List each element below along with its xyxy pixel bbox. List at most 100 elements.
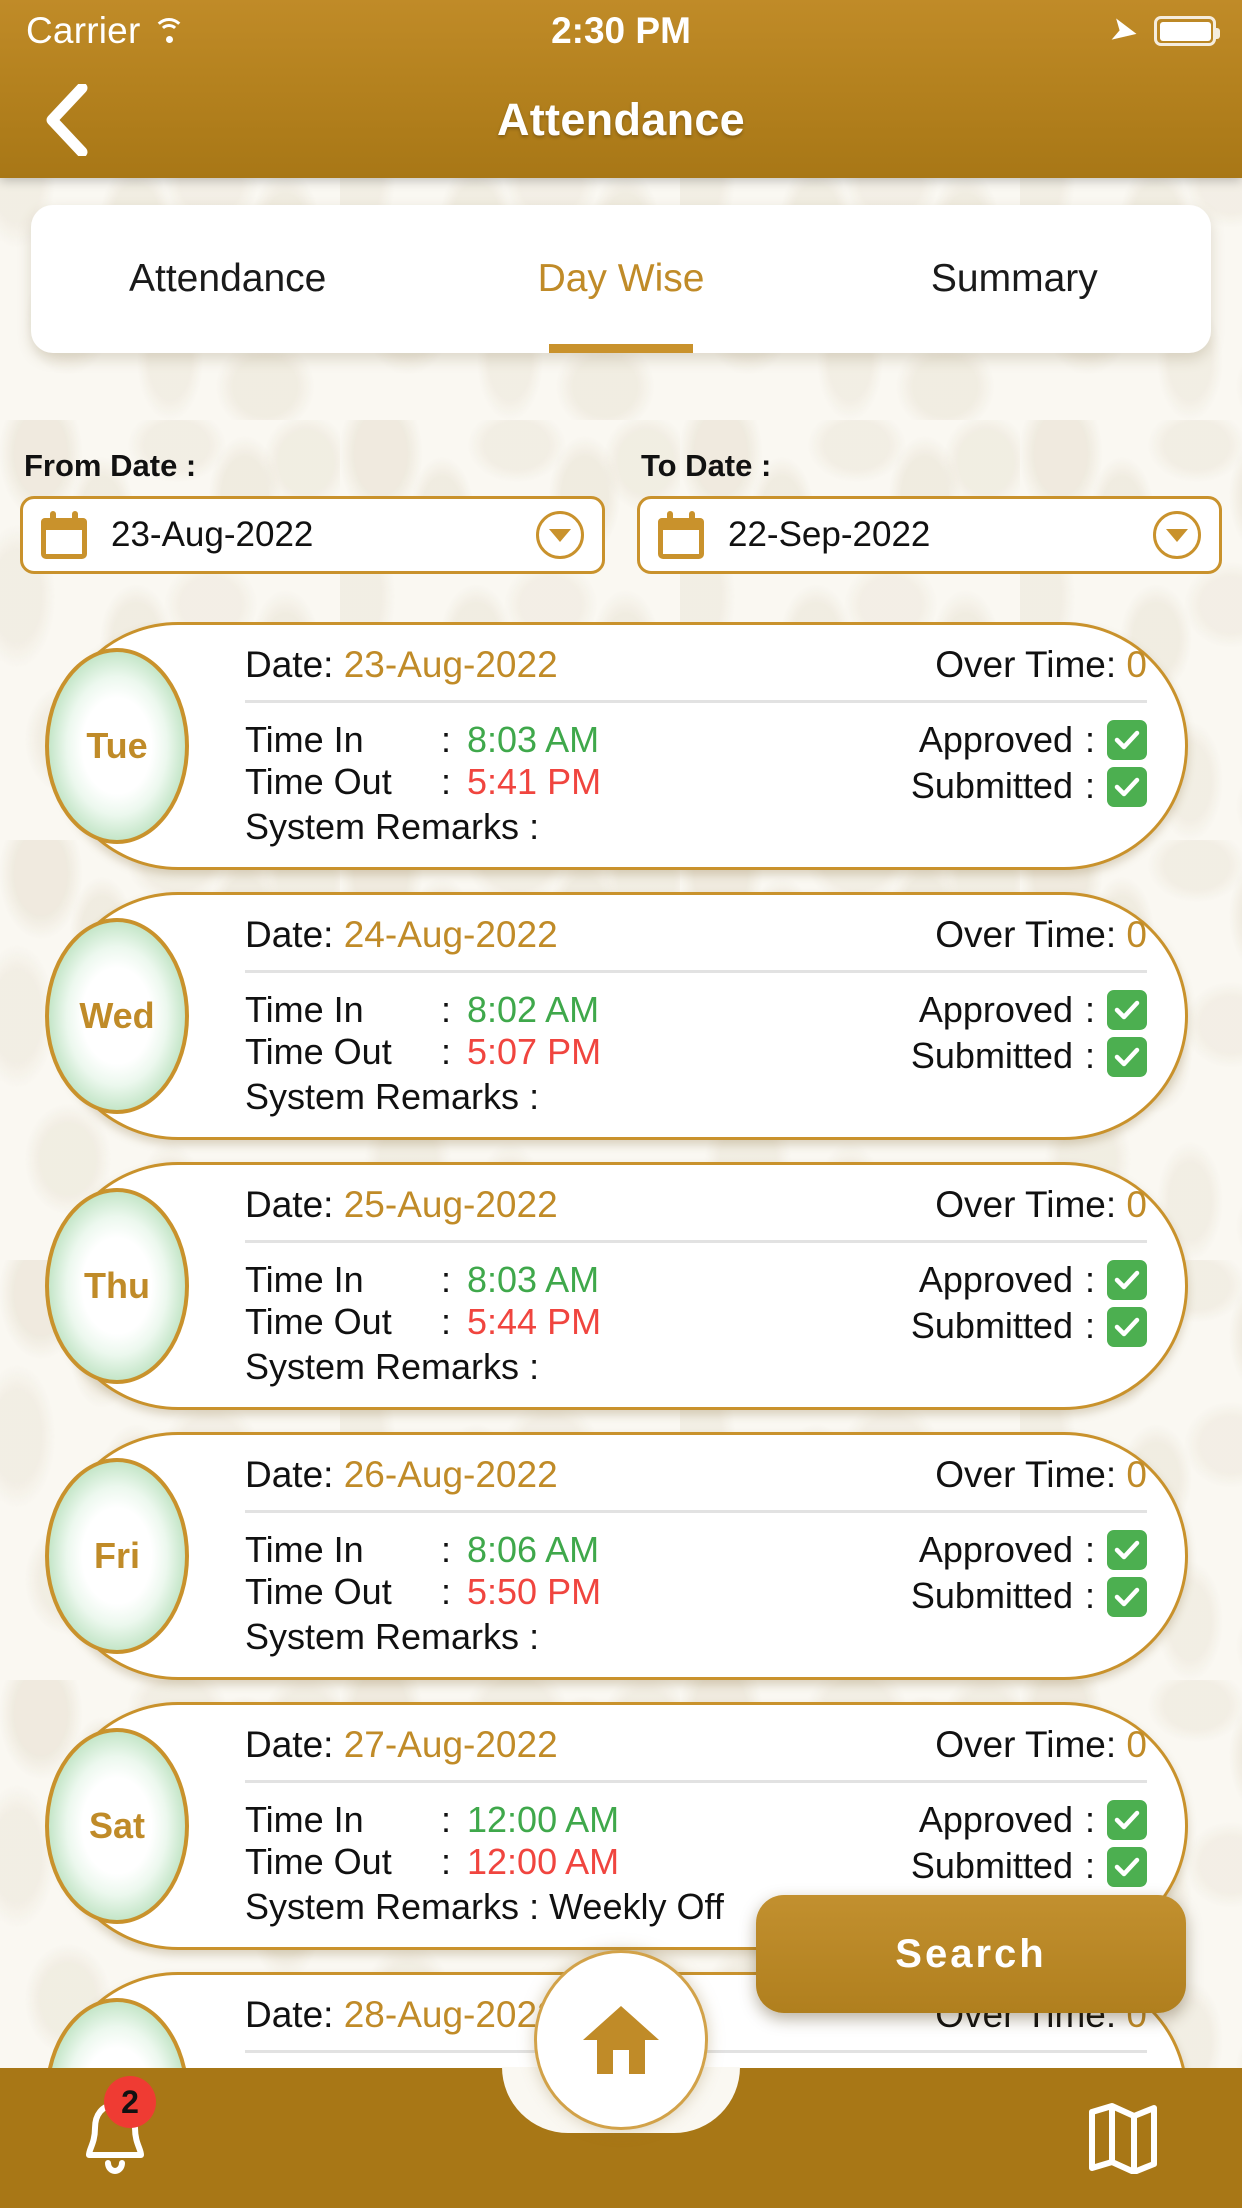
time-out-label: Time Out [245, 1841, 392, 1883]
approved-checkbox[interactable] [1107, 1530, 1147, 1571]
attendance-card[interactable]: Thu Date: 25-Aug-2022 Over Time: 0 Time In:… [45, 1162, 1188, 1410]
time-in-value: 12:00 AM [467, 1798, 620, 1840]
time-in-row: Time In:12:00 AM [245, 1799, 724, 1841]
date-field-group: Date: 25-Aug-2022 [245, 1184, 558, 1226]
date-label: Date: [245, 1453, 334, 1495]
attendance-card[interactable]: Tue Date: 23-Aug-2022 Over Time: 0 Time In:… [45, 622, 1188, 870]
time-out-colon: : [441, 1571, 452, 1613]
attendance-card[interactable]: Wed Date: 24-Aug-2022 Over Time: 0 Time In:… [45, 892, 1188, 1140]
attendance-list[interactable]: Tue Date: 23-Aug-2022 Over Time: 0 Time In:… [0, 622, 1242, 2102]
map-icon [1089, 2103, 1157, 2174]
map-button[interactable] [1080, 2095, 1166, 2181]
day-badge: Thu [45, 1188, 189, 1384]
date-label: Date: [245, 643, 334, 685]
check-icon [1114, 730, 1140, 750]
card-body: Date: 26-Aug-2022 Over Time: 0 Time In:8:0… [245, 1435, 1159, 1677]
card-header-row: Date: 27-Aug-2022 Over Time: 0 [245, 1724, 1159, 1780]
time-in-value: 8:03 AM [467, 1258, 600, 1300]
approved-row: Approved: [911, 1259, 1147, 1301]
tab-attendance[interactable]: Attendance [31, 205, 424, 353]
approved-label: Approved [918, 1258, 1073, 1300]
tab-day-wise[interactable]: Day Wise [424, 205, 817, 353]
chevron-down-circle-icon[interactable] [1153, 511, 1201, 559]
over-time-label: Over Time: [935, 643, 1117, 685]
time-out-label: Time Out [245, 761, 392, 803]
approved-checkbox[interactable] [1107, 990, 1147, 1031]
approved-colon: : [1084, 1528, 1095, 1570]
system-remarks-colon: : [529, 1885, 540, 1927]
time-in-value: 8:06 AM [467, 1528, 600, 1570]
submitted-checkbox[interactable] [1107, 766, 1147, 807]
time-in-row: Time In:8:03 AM [245, 719, 601, 761]
date-value: 23-Aug-2022 [343, 643, 558, 685]
chevron-down-circle-icon[interactable] [536, 511, 584, 559]
overtime-field-group: Over Time: 0 [935, 644, 1147, 686]
home-button[interactable] [534, 1950, 708, 2130]
from-date-group: From Date : 23-Aug-2022 [20, 448, 605, 574]
submitted-label: Submitted [910, 1575, 1073, 1617]
app-header: Carrier 2:30 PM ➤ Attendance [0, 0, 1242, 178]
approved-label: Approved [918, 988, 1073, 1030]
day-badge-label: Fri [93, 1535, 140, 1576]
to-date-input[interactable]: 22-Sep-2022 [637, 496, 1222, 574]
submitted-label: Submitted [910, 1305, 1073, 1347]
from-date-input[interactable]: 23-Aug-2022 [20, 496, 605, 574]
approved-checkbox[interactable] [1107, 1260, 1147, 1301]
time-out-label: Time Out [245, 1571, 392, 1613]
over-time-value: 0 [1126, 1183, 1147, 1225]
day-badge-label: Sat [88, 1805, 146, 1846]
time-in-value: 8:03 AM [467, 718, 600, 760]
attendance-card[interactable]: Fri Date: 26-Aug-2022 Over Time: 0 Time In:… [45, 1432, 1188, 1680]
system-remarks-label: System Remarks [245, 1885, 520, 1927]
time-column: Time In:8:03 AM Time Out:5:41 PM System Re… [245, 719, 601, 848]
over-time-label: Over Time: [935, 1723, 1117, 1765]
approved-colon: : [1084, 988, 1095, 1030]
over-time-label: Over Time: [935, 913, 1117, 955]
time-in-label: Time In [245, 718, 364, 760]
tab-bar: Attendance Day Wise Summary [31, 205, 1211, 353]
system-remarks-row: System Remarks : Weekly Off [245, 1886, 724, 1928]
check-icon [1114, 1810, 1140, 1830]
search-button[interactable]: Search [756, 1895, 1186, 2013]
time-out-value: 5:50 PM [467, 1571, 602, 1613]
check-icon [1114, 777, 1140, 796]
approved-row: Approved: [911, 1529, 1147, 1571]
submitted-checkbox[interactable] [1107, 1306, 1147, 1347]
day-badge: Sat [45, 1728, 189, 1924]
day-badge-label: Thu [84, 1265, 150, 1306]
overtime-field-group: Over Time: 0 [935, 1184, 1147, 1226]
time-in-colon: : [441, 988, 452, 1030]
submitted-row: Submitted: [911, 1035, 1147, 1077]
day-badge-label: Tue [86, 725, 148, 766]
home-icon [583, 2006, 659, 2074]
card-body: Date: 25-Aug-2022 Over Time: 0 Time In:8:0… [245, 1165, 1159, 1407]
wifi-icon [152, 18, 186, 44]
overtime-field-group: Over Time: 0 [935, 914, 1147, 956]
submitted-label: Submitted [910, 1035, 1073, 1077]
tab-summary-label: Summary [930, 257, 1098, 300]
submitted-colon: : [1084, 1035, 1095, 1077]
time-column: Time In:8:03 AM Time Out:5:44 PM System Re… [245, 1259, 601, 1388]
card-header-row: Date: 23-Aug-2022 Over Time: 0 [245, 644, 1159, 700]
day-badge: Fri [45, 1458, 189, 1654]
card-divider [245, 1779, 1147, 1783]
approved-checkbox[interactable] [1107, 1800, 1147, 1841]
submitted-checkbox[interactable] [1107, 1036, 1147, 1077]
date-value: 28-Aug-2022 [343, 1993, 558, 2035]
back-button[interactable] [30, 84, 102, 156]
submitted-checkbox[interactable] [1107, 1846, 1147, 1887]
status-column: Approved:Submitted: [911, 1259, 1159, 1388]
to-date-group: To Date : 22-Sep-2022 [637, 448, 1222, 574]
tab-day-wise-label: Day Wise [537, 257, 705, 300]
date-field-group: Date: 26-Aug-2022 [245, 1454, 558, 1496]
calendar-icon [41, 511, 87, 559]
submitted-checkbox[interactable] [1107, 1576, 1147, 1617]
tab-summary[interactable]: Summary [818, 205, 1211, 353]
system-remarks-colon: : [529, 1075, 540, 1117]
approved-checkbox[interactable] [1107, 720, 1147, 761]
card-divider [245, 1239, 1147, 1243]
date-field-group: Date: 27-Aug-2022 [245, 1724, 558, 1766]
approved-label: Approved [918, 1798, 1073, 1840]
system-remarks-row: System Remarks : [245, 1346, 601, 1388]
card-body: Date: 23-Aug-2022 Over Time: 0 Time In:8:0… [245, 625, 1159, 867]
